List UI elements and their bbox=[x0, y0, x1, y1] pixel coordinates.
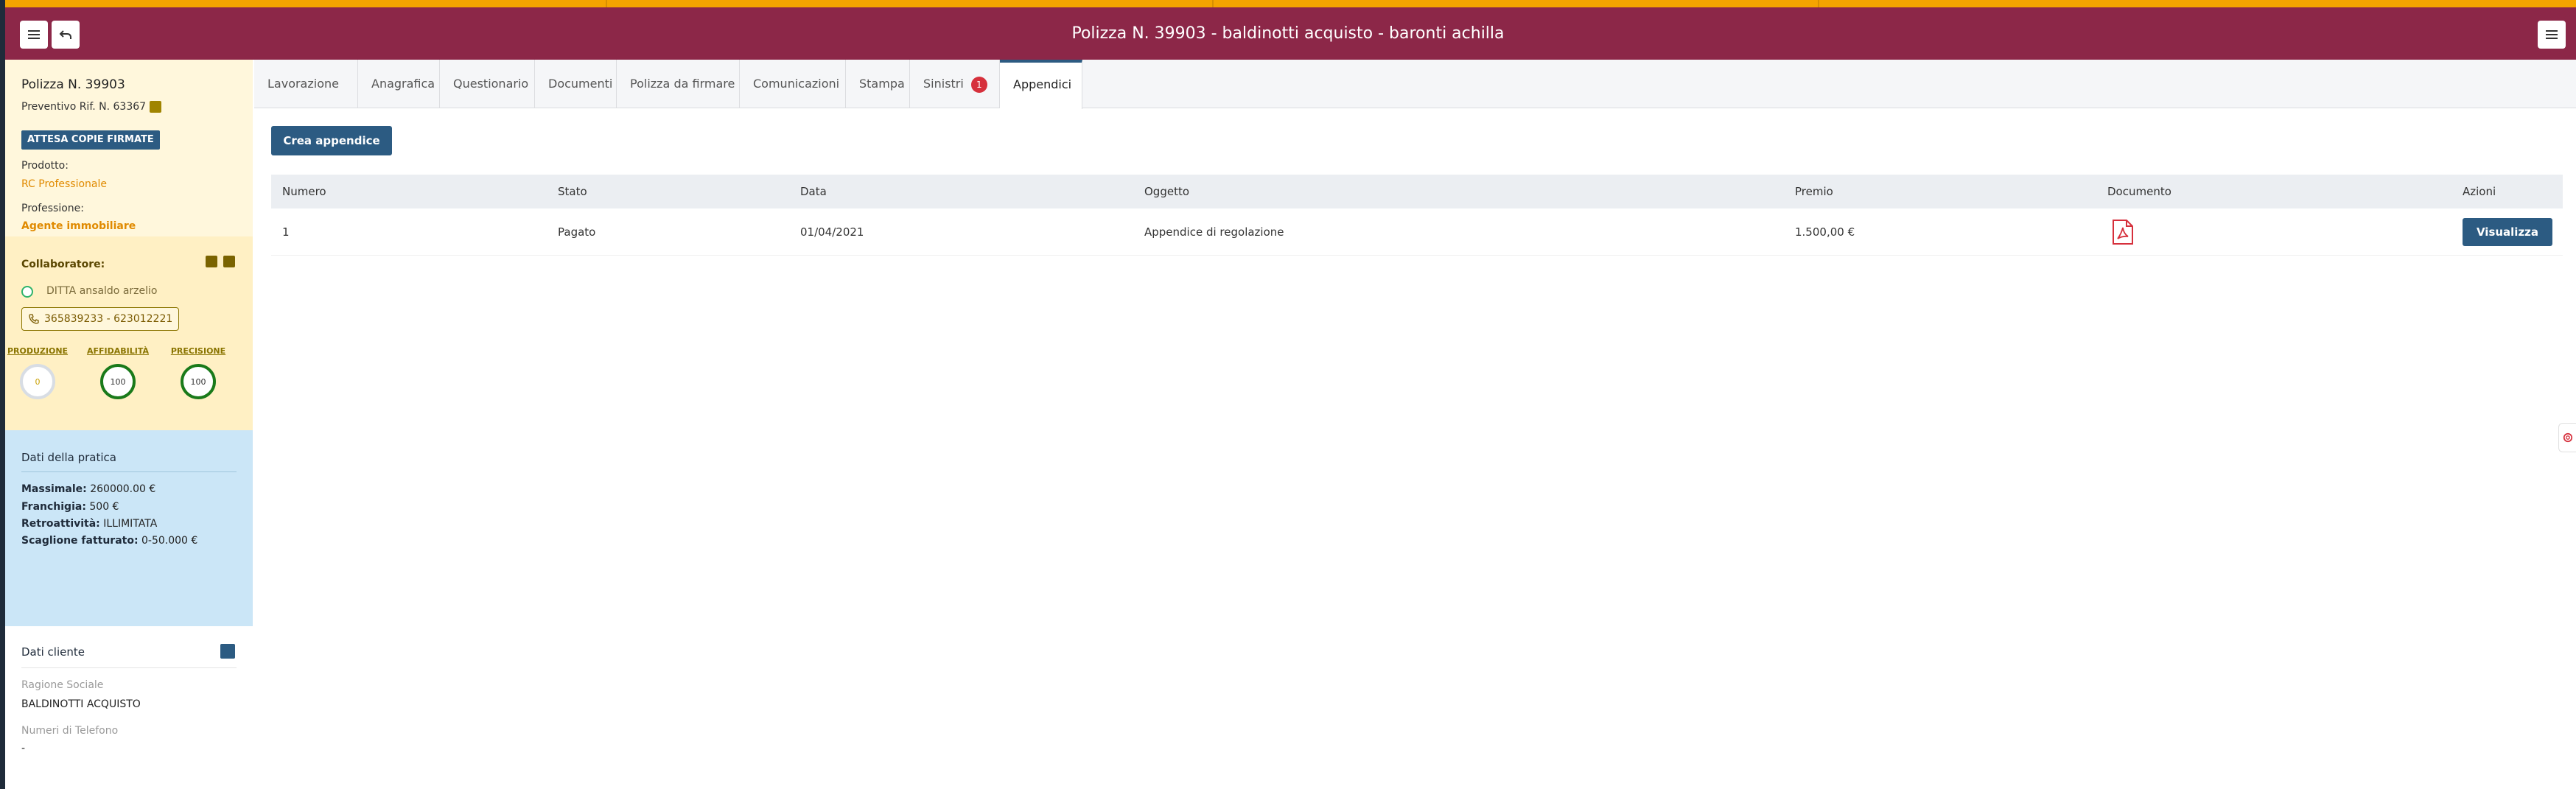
professione-label: Professione: bbox=[21, 203, 84, 214]
telefono-label: Numeri di Telefono bbox=[21, 725, 119, 737]
franchigia-line: Franchigia: 500 € bbox=[21, 501, 119, 513]
policy-number: Polizza N. 39903 bbox=[21, 77, 125, 92]
tab-comunicazioni[interactable]: Comunicazioni bbox=[740, 60, 846, 108]
metric-gauge-precisione: 100 bbox=[181, 364, 216, 399]
divider bbox=[21, 471, 237, 472]
ragione-sociale-value: BALDINOTTI ACQUISTO bbox=[21, 698, 141, 710]
side-help-widget[interactable] bbox=[2558, 423, 2576, 452]
top-strip-dark-segment bbox=[0, 0, 5, 7]
tab-sinistri-label: Sinistri bbox=[923, 77, 964, 91]
page-left-stripe bbox=[0, 60, 5, 789]
status-badge: ATTESA COPIE FIRMATE bbox=[21, 130, 160, 150]
tab-documenti[interactable]: Documenti bbox=[535, 60, 617, 108]
metric-label-produzione: PRODUZIONE bbox=[7, 346, 69, 356]
prodotto-label: Prodotto: bbox=[21, 160, 69, 172]
phone-number: 365839233 - 623012221 bbox=[44, 313, 173, 325]
collaboratore-title: Collaboratore: bbox=[21, 259, 105, 270]
menu-button[interactable] bbox=[20, 21, 48, 49]
metric-gauge-produzione: 0 bbox=[20, 364, 55, 399]
top-accent-strip bbox=[0, 0, 2576, 7]
lifebuoy-icon bbox=[2563, 432, 2572, 443]
tab-stampa[interactable]: Stampa bbox=[846, 60, 910, 108]
cell-data: 01/04/2021 bbox=[800, 225, 864, 239]
hamburger-menu-icon bbox=[2546, 30, 2558, 39]
column-header-premio[interactable]: Premio bbox=[1795, 175, 1833, 208]
massimale-line: Massimale: 260000.00 € bbox=[21, 483, 156, 495]
collaboratore-edit-icon[interactable] bbox=[223, 256, 235, 267]
cell-numero: 1 bbox=[282, 225, 290, 239]
online-status-icon bbox=[21, 286, 33, 298]
tab-bar: Lavorazione Anagrafica Questionario Docu… bbox=[254, 60, 2576, 109]
top-strip-divider bbox=[606, 0, 607, 7]
back-button[interactable] bbox=[52, 21, 80, 49]
top-strip-divider bbox=[1212, 0, 1214, 7]
sidebar: Polizza N. 39903 Preventivo Rif. N. 6336… bbox=[5, 60, 253, 789]
collaboratore-view-icon[interactable] bbox=[206, 256, 217, 267]
column-header-data[interactable]: Data bbox=[800, 175, 827, 208]
undo-arrow-icon bbox=[59, 30, 71, 39]
cell-oggetto: Appendice di regolazione bbox=[1144, 225, 1284, 239]
dati-cliente-panel: Dati cliente Ragione Sociale BALDINOTTI … bbox=[5, 626, 253, 789]
tab-polizza-da-firmare[interactable]: Polizza da firmare bbox=[617, 60, 740, 108]
table-row[interactable]: 1 Pagato 01/04/2021 Appendice di regolaz… bbox=[271, 208, 2563, 256]
phone-contact[interactable]: 365839233 - 623012221 bbox=[21, 307, 180, 331]
page-title: Polizza N. 39903 - baldinotti acquisto -… bbox=[1071, 24, 1505, 43]
tab-questionario[interactable]: Questionario bbox=[440, 60, 535, 108]
metric-label-precisione: PRECISIONE bbox=[170, 346, 226, 356]
pdf-file-icon[interactable] bbox=[2112, 219, 2134, 245]
column-header-oggetto[interactable]: Oggetto bbox=[1144, 175, 1189, 208]
tab-anagrafica[interactable]: Anagrafica bbox=[358, 60, 440, 108]
telefono-value: - bbox=[21, 743, 26, 754]
create-appendice-button[interactable]: Crea appendice bbox=[271, 126, 392, 155]
metric-value: 100 bbox=[110, 376, 126, 387]
scaglione-line: Scaglione fatturato: 0-50.000 € bbox=[21, 535, 198, 547]
hamburger-menu-icon bbox=[28, 30, 40, 39]
app-header: Polizza N. 39903 - baldinotti acquisto -… bbox=[0, 7, 2576, 60]
professione-value: Agente immobiliare bbox=[21, 220, 136, 232]
pratica-title: Dati della pratica bbox=[21, 451, 116, 464]
prodotto-value: RC Professionale bbox=[21, 178, 108, 190]
app-page: Polizza N. 39903 - baldinotti acquisto -… bbox=[0, 0, 2576, 789]
visualizza-button[interactable]: Visualizza bbox=[2463, 218, 2552, 246]
phone-icon bbox=[29, 314, 39, 324]
edit-client-icon[interactable] bbox=[220, 644, 235, 659]
metric-gauge-affidabilita: 100 bbox=[100, 364, 136, 399]
tab-sinistri[interactable]: Sinistri 1 bbox=[910, 60, 1000, 108]
divider bbox=[21, 667, 237, 668]
retroattivita-line: Retroattività: ILLIMITATA bbox=[21, 518, 158, 530]
tab-lavorazione[interactable]: Lavorazione bbox=[254, 60, 358, 108]
column-header-documento[interactable]: Documento bbox=[2107, 175, 2171, 208]
collaboratore-name: DITTA ansaldo arzelio bbox=[46, 285, 158, 297]
cliente-title: Dati cliente bbox=[21, 645, 85, 659]
tab-appendici[interactable]: Appendici bbox=[1000, 60, 1082, 109]
top-strip-divider bbox=[1818, 0, 1819, 7]
dati-pratica-panel: Dati della pratica Massimale: 260000.00 … bbox=[5, 430, 253, 626]
cell-premio: 1.500,00 € bbox=[1795, 225, 1855, 239]
right-menu-button[interactable] bbox=[2538, 21, 2566, 49]
column-header-stato[interactable]: Stato bbox=[558, 175, 587, 208]
metric-value: 0 bbox=[35, 376, 41, 387]
policy-summary-panel: Polizza N. 39903 Preventivo Rif. N. 6336… bbox=[5, 60, 253, 236]
external-link-icon[interactable] bbox=[150, 101, 161, 113]
notification-badge: 1 bbox=[970, 76, 987, 93]
column-header-azioni: Azioni bbox=[2463, 185, 2496, 198]
cell-stato: Pagato bbox=[558, 225, 596, 239]
ragione-sociale-label: Ragione Sociale bbox=[21, 679, 104, 691]
preventivo-reference: Preventivo Rif. N. 63367 bbox=[21, 101, 147, 113]
metric-value: 100 bbox=[190, 376, 206, 387]
metric-label-affidabilita: AFFIDABILITÀ bbox=[86, 346, 150, 356]
table-header: Numero Stato Data Oggetto Premio Documen… bbox=[271, 175, 2563, 208]
collaboratore-panel: Collaboratore: DITTA ansaldo arzelio 365… bbox=[5, 236, 253, 430]
column-header-numero[interactable]: Numero bbox=[282, 175, 326, 208]
